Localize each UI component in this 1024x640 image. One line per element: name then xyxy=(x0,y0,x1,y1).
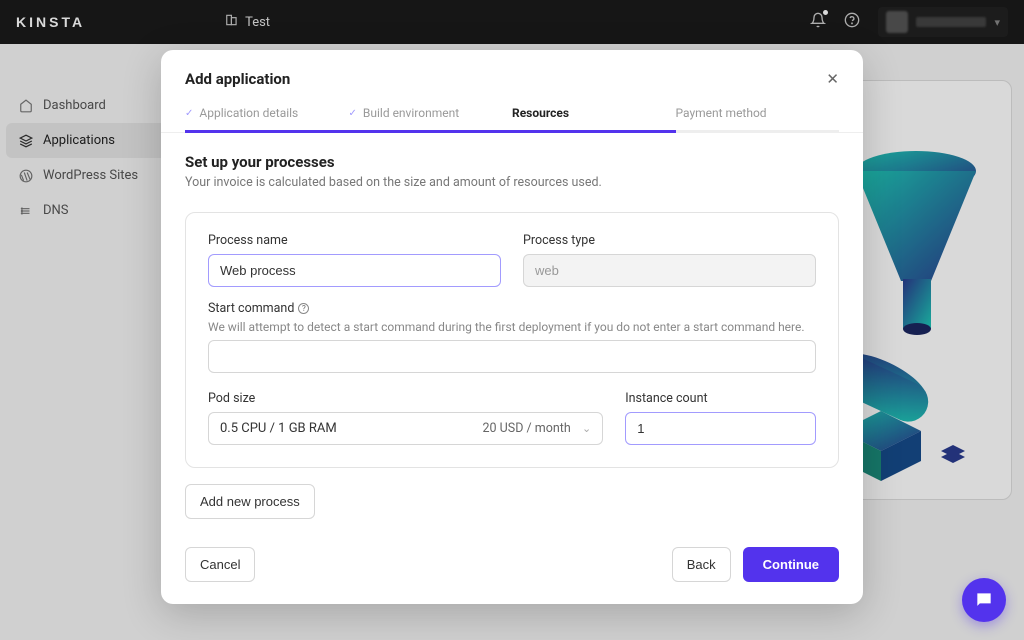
chevron-down-icon: ⌄ xyxy=(582,422,591,435)
pod-size-selected: 0.5 CPU / 1 GB RAM xyxy=(220,421,337,436)
instance-count-label: Instance count xyxy=(625,391,816,406)
close-button[interactable]: ✕ xyxy=(826,70,839,88)
chat-icon xyxy=(974,590,994,610)
section-title: Set up your processes xyxy=(185,153,839,171)
modal-title: Add application xyxy=(185,70,290,88)
pod-size-price: 20 USD / month xyxy=(483,421,571,436)
start-command-label: Start command ? xyxy=(208,301,816,316)
step-label: Application details xyxy=(199,106,298,120)
step-label: Build environment xyxy=(363,106,459,120)
step-build-environment[interactable]: ✓ Build environment xyxy=(349,106,513,132)
modal-overlay: Add application ✕ ✓ Application details … xyxy=(0,0,1024,640)
start-command-label-text: Start command xyxy=(208,301,294,316)
process-name-input[interactable] xyxy=(208,254,501,287)
process-type-input xyxy=(523,254,816,287)
continue-button[interactable]: Continue xyxy=(743,547,839,582)
back-button[interactable]: Back xyxy=(672,547,731,582)
pod-size-select[interactable]: 0.5 CPU / 1 GB RAM 20 USD / month ⌄ xyxy=(208,412,603,445)
chat-launcher[interactable] xyxy=(962,578,1006,622)
section-subtitle: Your invoice is calculated based on the … xyxy=(185,175,839,190)
process-name-label: Process name xyxy=(208,233,501,248)
stepper: ✓ Application details ✓ Build environmen… xyxy=(161,106,863,133)
step-payment-method[interactable]: Payment method xyxy=(676,106,840,132)
check-icon: ✓ xyxy=(349,108,357,119)
step-resources[interactable]: Resources xyxy=(512,106,676,132)
add-new-process-button[interactable]: Add new process xyxy=(185,484,315,519)
close-icon: ✕ xyxy=(826,71,839,88)
step-label: Resources xyxy=(512,106,569,120)
pod-size-label: Pod size xyxy=(208,391,603,406)
start-command-input[interactable] xyxy=(208,340,816,373)
step-application-details[interactable]: ✓ Application details xyxy=(185,106,349,132)
instance-count-input[interactable] xyxy=(625,412,816,445)
start-command-help: We will attempt to detect a start comman… xyxy=(208,320,816,334)
process-form-card: Process name Process type Start command … xyxy=(185,212,839,468)
add-application-modal: Add application ✕ ✓ Application details … xyxy=(161,50,863,604)
cancel-button[interactable]: Cancel xyxy=(185,547,255,582)
step-label: Payment method xyxy=(676,106,767,120)
info-icon[interactable]: ? xyxy=(298,303,309,314)
process-type-label: Process type xyxy=(523,233,816,248)
check-icon: ✓ xyxy=(185,108,193,119)
